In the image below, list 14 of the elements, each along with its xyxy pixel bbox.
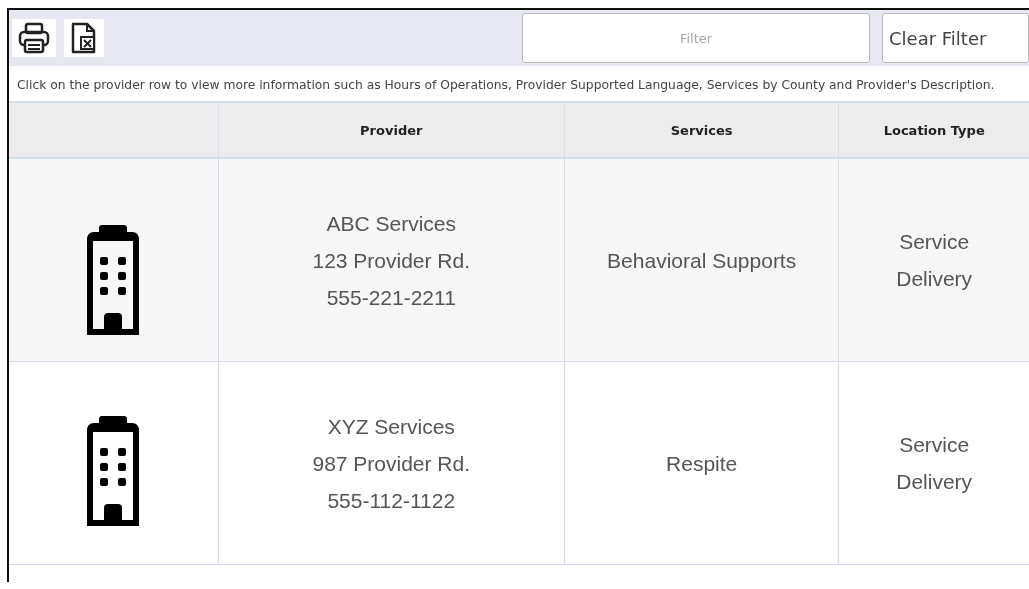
filter-field[interactable]: Filter [522, 13, 870, 63]
column-header[interactable]: Services [564, 103, 840, 157]
table-cell-text: Respite [666, 450, 738, 477]
printer-icon [17, 21, 51, 55]
table-cell-text: Service Delivery [896, 432, 973, 495]
table-cell-text: Behavioral Supports [607, 247, 797, 274]
table-cell-text: Service Delivery [896, 229, 973, 292]
column-header[interactable]: Provider [218, 103, 565, 157]
column-header[interactable]: Location Type [839, 103, 1029, 157]
table-cell-text: XYZ Services 987 Provider Rd. 555-112-1122 [312, 413, 471, 514]
print-button[interactable] [12, 19, 56, 57]
table-cell-text: ABC Services 123 Provider Rd. 555-221-2211 [312, 210, 471, 311]
excel-export-button[interactable] [64, 19, 104, 57]
clear-filter-button[interactable]: Clear Filter [882, 13, 1029, 63]
